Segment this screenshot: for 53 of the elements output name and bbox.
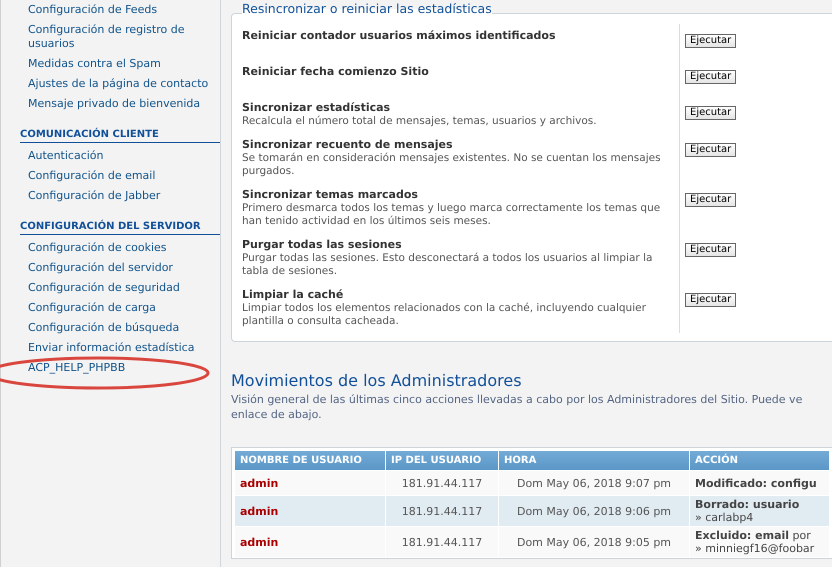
- sidebar-link[interactable]: Configuración de registro de usuarios: [20, 20, 220, 54]
- section-description: Visión general de las últimas cinco acciones llevadas a cabo por los Administradores del Sitio. Puede ve enlace de abajo.: [231, 392, 804, 422]
- run-button[interactable]: Ejecutar: [685, 293, 736, 307]
- sidebar-link[interactable]: Mensaje privado de bienvenida: [20, 94, 220, 114]
- ip-cell: 181.91.44.117: [386, 471, 498, 495]
- username-cell: admin: [235, 527, 385, 557]
- action-description: Recalcula el número total de mensajes, temas, usuarios y archivos.: [242, 115, 598, 128]
- sidebar-link[interactable]: Configuración de búsqueda: [20, 318, 220, 338]
- sidebar-link[interactable]: Medidas contra el Spam: [20, 54, 220, 74]
- action-description: Limpiar todos los elementos relacionados con la caché, incluyendo cualquier plantilla o consulta cacheada.: [242, 302, 647, 328]
- action-detail: » carlabp4: [695, 511, 754, 524]
- action-title: Sincronizar recuento de mensajes: [242, 138, 454, 152]
- action-title: Purgar todas las sesiones: [242, 238, 403, 252]
- action-text: Excluido: email por: [695, 529, 812, 542]
- action-description: Se tomarán en consideración mensajes existentes. No se cuentan los mensajes purgados.: [242, 152, 662, 178]
- time-cell: Dom May 06, 2018 9:07 pm: [499, 471, 689, 495]
- action-title: Reiniciar fecha comienzo Sitio: [242, 65, 430, 79]
- username-cell: admin: [235, 496, 385, 526]
- ip-cell: 181.91.44.117: [386, 496, 498, 526]
- action-title: Sincronizar estadísticas: [242, 101, 392, 115]
- sidebar-link[interactable]: ACP_HELP_PHPBB: [20, 358, 220, 378]
- sidebar-link[interactable]: Configuración de carga: [20, 298, 220, 318]
- action-title: Reiniciar contador usuarios máximos identificados: [242, 29, 556, 43]
- sidebar-link[interactable]: Configuración de seguridad: [20, 278, 220, 298]
- run-button[interactable]: Ejecutar: [685, 193, 736, 207]
- action-text: Borrado: usuario: [695, 498, 800, 511]
- username-cell: admin: [235, 471, 385, 495]
- panel-legend: Resincronizar o reiniciar las estadísticas: [242, 1, 492, 16]
- action-description: Primero desmarca todos los temas y luego marca correctamente los temas que han tenido actividad en los últimos seis meses.: [242, 202, 662, 228]
- sidebar-link[interactable]: Ajustes de la página de contacto: [20, 74, 220, 94]
- run-button[interactable]: Ejecutar: [685, 243, 736, 257]
- action-title: Limpiar la caché: [242, 288, 344, 302]
- action-text: Modificado: configu: [695, 476, 818, 490]
- run-button[interactable]: Ejecutar: [685, 143, 736, 157]
- sidebar-link[interactable]: Configuración de Jabber: [20, 186, 220, 206]
- sidebar-link[interactable]: Configuración de cookies: [20, 238, 220, 258]
- ip-cell: 181.91.44.117: [386, 527, 498, 557]
- action-description: Purgar todas las sesiones. Esto desconectará a todos los usuarios al limpiar la tabla de sesiones.: [242, 252, 654, 278]
- sidebar-link[interactable]: Configuración del servidor: [20, 258, 220, 278]
- section-heading: Movimientos de los Administradores: [231, 371, 523, 391]
- action-detail: » minniegf16@foobar: [695, 542, 816, 555]
- time-cell: Dom May 06, 2018 9:06 pm: [499, 496, 689, 526]
- run-button[interactable]: Ejecutar: [685, 70, 736, 84]
- run-button[interactable]: Ejecutar: [685, 34, 736, 48]
- sidebar-link[interactable]: Configuración de email: [20, 166, 220, 186]
- sidebar-link[interactable]: Configuración de Feeds: [20, 0, 220, 20]
- sidebar-heading: COMUNICACIÓN CLIENTE: [20, 127, 220, 143]
- run-button[interactable]: Ejecutar: [685, 106, 736, 120]
- sidebar-link[interactable]: Autenticación: [20, 146, 220, 166]
- sidebar-heading: CONFIGURACIÓN DEL SERVIDOR: [20, 219, 220, 235]
- time-cell: Dom May 06, 2018 9:05 pm: [499, 527, 689, 557]
- action-title: Sincronizar temas marcados: [242, 188, 419, 202]
- sidebar-link[interactable]: Enviar información estadística: [20, 338, 220, 358]
